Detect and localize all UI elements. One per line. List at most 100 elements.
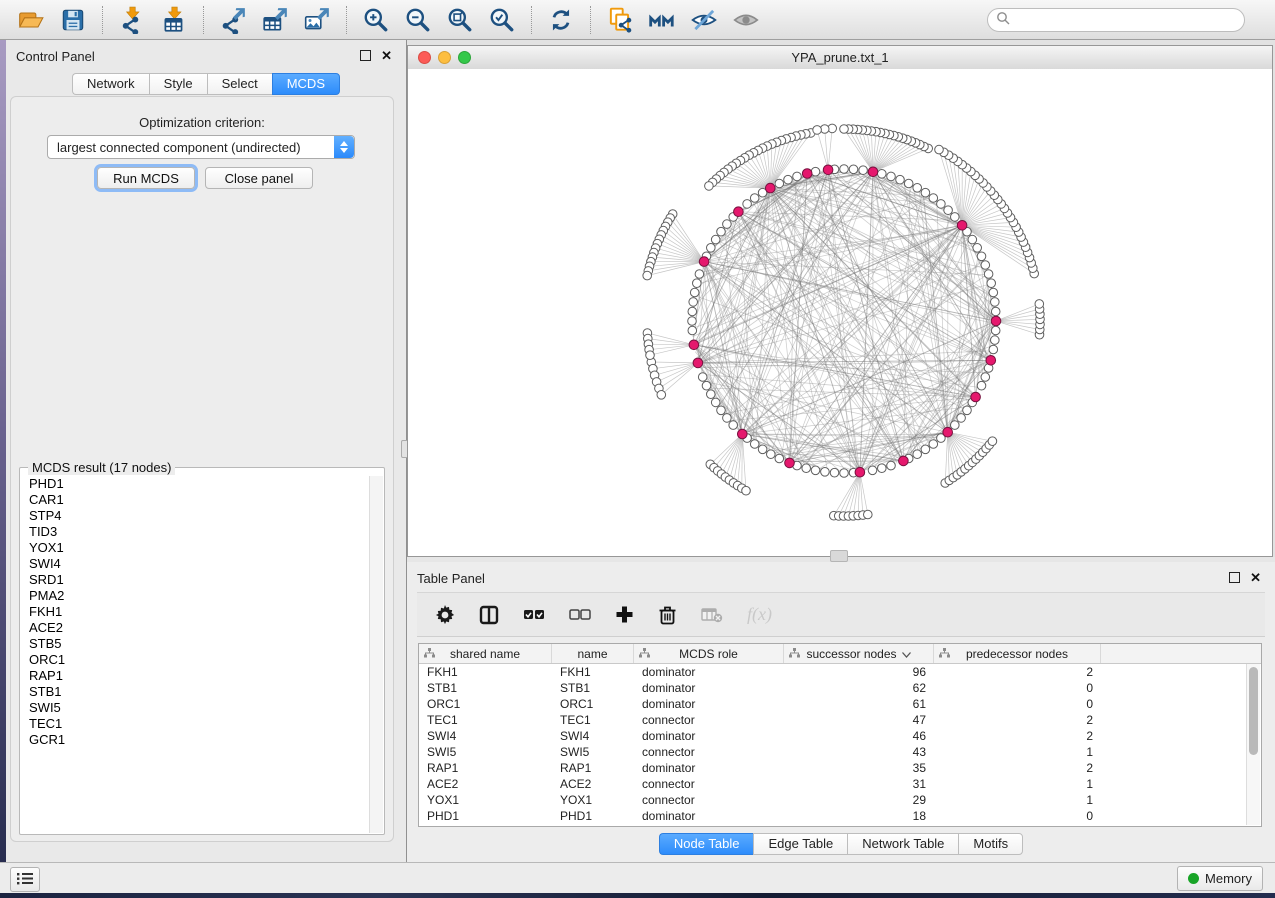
close-table-panel-icon[interactable]: ✕ — [1250, 573, 1261, 582]
table-row[interactable]: TEC1TEC1connector472 — [419, 712, 1261, 728]
mcds-hub-node — [693, 358, 703, 368]
zoom-fit-icon[interactable] — [445, 5, 475, 35]
main-toolbar — [0, 0, 1275, 40]
network-graph-canvas[interactable] — [408, 69, 1272, 556]
float-table-panel-icon[interactable] — [1229, 572, 1240, 583]
run-mcds-button[interactable]: Run MCDS — [97, 167, 195, 189]
mcds-result-item[interactable]: TEC1 — [29, 716, 370, 732]
tab-select[interactable]: Select — [207, 73, 272, 95]
save-icon[interactable] — [58, 5, 88, 35]
mcds-result-item[interactable]: STP4 — [29, 508, 370, 524]
optimization-criterion-label: Optimization criterion: — [11, 115, 393, 130]
table-cell: 0 — [934, 696, 1101, 712]
table-cell: dominator — [634, 760, 784, 776]
show-all-icon[interactable] — [731, 5, 761, 35]
mcds-result-item[interactable]: GCR1 — [29, 732, 370, 748]
table-row[interactable]: STB1STB1dominator620 — [419, 680, 1261, 696]
optimization-criterion-select[interactable]: largest connected component (undirected) — [47, 135, 355, 159]
new-network-from-selection-icon[interactable] — [605, 5, 635, 35]
refresh-layout-icon[interactable] — [546, 5, 576, 35]
export-image-icon[interactable] — [302, 5, 332, 35]
table-cell: ORC1 — [419, 696, 552, 712]
mcds-result-list[interactable]: PHD1CAR1STP4TID3YOX1SWI4SRD1PMA2FKH1ACE2… — [21, 476, 370, 833]
mcds-result-item[interactable]: FKH1 — [29, 604, 370, 620]
mcds-result-item[interactable]: PMA2 — [29, 588, 370, 604]
network-window-titlebar[interactable]: YPA_prune.txt_1 — [408, 46, 1272, 70]
table-cell: 31 — [784, 776, 934, 792]
search-box[interactable] — [987, 8, 1245, 32]
trash-icon[interactable] — [658, 605, 677, 625]
first-neighbors-icon[interactable] — [647, 5, 677, 35]
table-cell: 0 — [934, 680, 1101, 696]
mcds-list-scrollbar[interactable] — [369, 476, 383, 833]
table-row[interactable]: RAP1RAP1dominator352 — [419, 760, 1261, 776]
mcds-result-item[interactable]: ACE2 — [29, 620, 370, 636]
columns-icon[interactable] — [479, 605, 499, 625]
tab-mcds[interactable]: MCDS — [272, 73, 340, 95]
mcds-result-item[interactable]: SRD1 — [29, 572, 370, 588]
close-panel-icon[interactable]: ✕ — [381, 51, 392, 60]
hide-selected-icon[interactable] — [689, 5, 719, 35]
table-row[interactable]: SWI5SWI5connector431 — [419, 744, 1261, 760]
zoom-out-icon[interactable] — [403, 5, 433, 35]
mcds-hub-node — [971, 392, 981, 402]
column-header-name[interactable]: name — [552, 644, 634, 663]
mcds-result-item[interactable]: PHD1 — [29, 476, 370, 492]
zoom-in-icon[interactable] — [361, 5, 391, 35]
memory-button[interactable]: Memory — [1177, 866, 1263, 891]
table-cell: ACE2 — [419, 776, 552, 792]
table-row[interactable]: YOX1YOX1connector291 — [419, 792, 1261, 808]
sort-desc-icon — [902, 647, 911, 661]
column-header-successor-nodes[interactable]: successor nodes — [784, 644, 934, 663]
mcds-result-item[interactable]: STB5 — [29, 636, 370, 652]
table-row[interactable]: SWI4SWI4dominator462 — [419, 728, 1261, 744]
desktop-background — [0, 893, 1275, 898]
column-header-label: shared name — [450, 647, 520, 661]
deselect-all-icon[interactable] — [569, 608, 591, 622]
close-panel-button[interactable]: Close panel — [205, 167, 313, 189]
tab-network-table[interactable]: Network Table — [847, 833, 958, 855]
mcds-result-item[interactable]: CAR1 — [29, 492, 370, 508]
table-row[interactable]: FKH1FKH1dominator962 — [419, 664, 1261, 680]
add-icon[interactable] — [615, 605, 634, 624]
mcds-result-item[interactable]: SWI5 — [29, 700, 370, 716]
column-header-filler — [1101, 644, 1261, 663]
table-row[interactable]: ORC1ORC1dominator610 — [419, 696, 1261, 712]
select-all-icon[interactable] — [523, 608, 545, 622]
mcds-result-item[interactable]: YOX1 — [29, 540, 370, 556]
column-header-shared-name[interactable]: shared name — [419, 644, 552, 663]
gear-icon[interactable] — [435, 605, 455, 625]
import-table-icon[interactable] — [159, 5, 189, 35]
float-panel-icon[interactable] — [360, 50, 371, 61]
mcds-result-item[interactable]: STB1 — [29, 684, 370, 700]
mcds-result-item[interactable]: SWI4 — [29, 556, 370, 572]
table-row[interactable]: PHD1PHD1dominator180 — [419, 808, 1261, 824]
tab-network[interactable]: Network — [72, 73, 149, 95]
table-scrollbar[interactable] — [1246, 664, 1260, 825]
mcds-result-item[interactable]: ORC1 — [29, 652, 370, 668]
export-network-icon[interactable] — [218, 5, 248, 35]
table-cell: SWI5 — [552, 744, 634, 760]
horizontal-splitter-handle[interactable] — [830, 550, 848, 562]
export-table-icon[interactable] — [260, 5, 290, 35]
table-cell: SWI5 — [419, 744, 552, 760]
tab-edge-table[interactable]: Edge Table — [753, 833, 847, 855]
task-history-button[interactable] — [10, 867, 40, 892]
search-input[interactable] — [1011, 12, 1244, 29]
table-scrollbar-thumb[interactable] — [1249, 667, 1258, 755]
tab-motifs[interactable]: Motifs — [958, 833, 1023, 855]
column-header-predecessor-nodes[interactable]: predecessor nodes — [934, 644, 1101, 663]
tab-node-table[interactable]: Node Table — [659, 833, 754, 855]
network-window-title: YPA_prune.txt_1 — [408, 50, 1272, 65]
import-network-icon[interactable] — [117, 5, 147, 35]
network-view-window: YPA_prune.txt_1 — [407, 45, 1273, 557]
mcds-result-item[interactable]: TID3 — [29, 524, 370, 540]
mcds-result-item[interactable]: RAP1 — [29, 668, 370, 684]
table-row[interactable]: ACE2ACE2connector311 — [419, 776, 1261, 792]
tab-style[interactable]: Style — [149, 73, 207, 95]
open-folder-icon[interactable] — [16, 5, 46, 35]
zoom-selected-icon[interactable] — [487, 5, 517, 35]
column-header-MCDS-role[interactable]: MCDS role — [634, 644, 784, 663]
table-cell: STB1 — [552, 680, 634, 696]
table-cell: ORC1 — [552, 696, 634, 712]
